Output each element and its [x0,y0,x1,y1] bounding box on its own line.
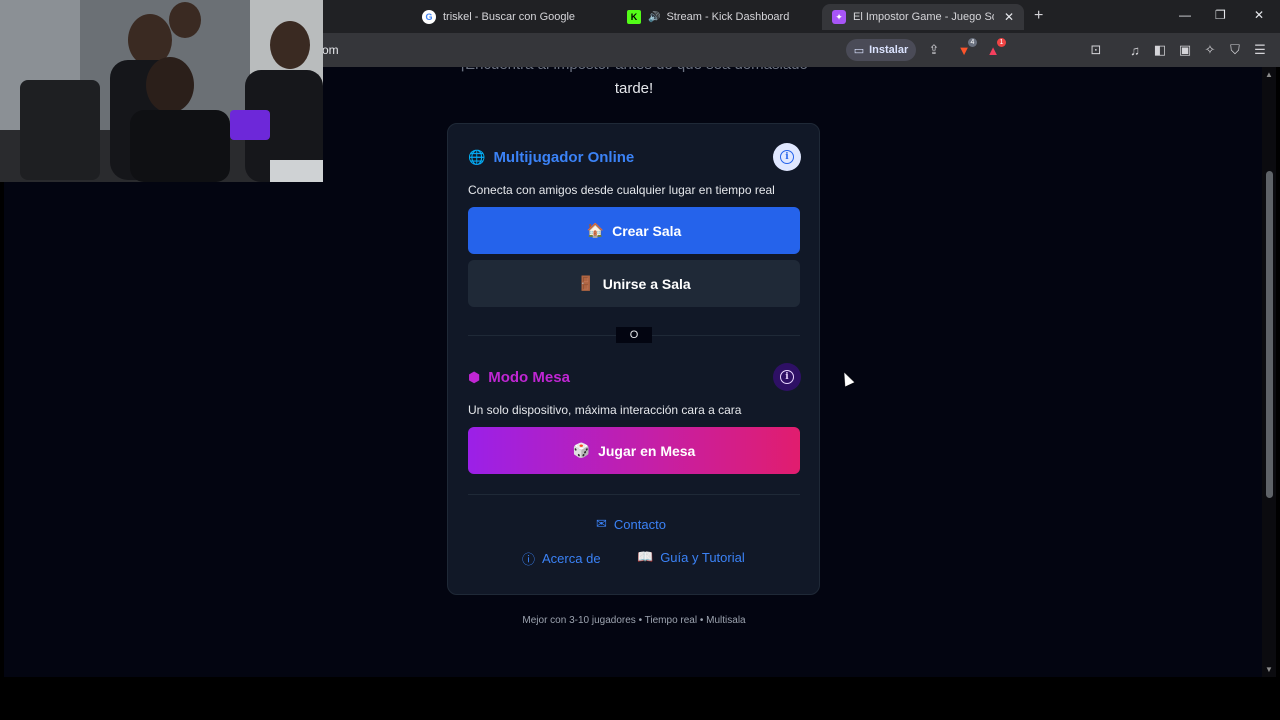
table-mode-title: Modo Mesa [488,369,570,386]
join-room-button[interactable]: 🚪 Unirse a Sala [468,260,800,307]
join-room-label: Unirse a Sala [602,275,691,292]
minimize-button[interactable]: — [1179,8,1191,22]
table-mode-description: Un solo dispositivo, máxima interacción … [468,403,742,417]
play-table-label: Jugar en Mesa [598,442,696,459]
online-description: Conecta con amigos desde cualquier lugar… [468,183,775,197]
game-mode-card: 🌐 Multijugador Online i Conecta con amig… [447,123,820,595]
footer-text: Mejor con 3-10 jugadores • Tiempo real •… [522,615,746,626]
close-window-button[interactable]: ✕ [1254,8,1264,22]
book-icon: 📖 [637,549,654,564]
webcam-feed-image [0,0,323,182]
hexagon-icon: ⬢ [468,369,481,385]
shields-badge: 4 [968,38,977,47]
bottom-bar [0,677,1280,720]
about-label: Acerca de [542,551,601,566]
globe-icon: 🌐 [468,149,486,165]
dice-icon: 🎲 [572,442,591,458]
intro-line-1: ¡Encuentra al impostor antes de que sea … [444,67,824,77]
speaker-icon: 🔊 [648,11,661,23]
address-bar[interactable]: om [322,43,339,57]
table-mode-header: ⬢ Modo Mesa [468,369,570,386]
vpn-icon[interactable]: ⛉ [1226,41,1244,59]
tab-title: El Impostor Game - Juego Social [853,11,994,23]
house-icon: 🏠 [586,222,605,238]
page-scrollbar[interactable]: ▲ ▼ [1262,67,1276,677]
intro-text: ¡Encuentra al impostor antes de que sea … [444,67,824,101]
scroll-thumb[interactable] [1266,171,1273,498]
new-tab-button[interactable]: + [1034,7,1043,25]
online-section-header: 🌐 Multijugador Online [468,149,634,166]
restore-button[interactable]: ❐ [1215,8,1226,22]
google-icon: G [422,10,436,24]
leo-ai-icon[interactable]: ✧ [1201,41,1219,59]
install-label: Instalar [869,44,909,56]
guide-link[interactable]: 📖 Guía y Tutorial [637,549,745,565]
tab-impostor-game[interactable]: ✦ El Impostor Game - Juego Social ✕ [822,4,1024,30]
about-link[interactable]: ⓘ Acerca de [522,549,601,568]
divider [468,494,800,495]
contact-link[interactable]: ✉ Contacto [596,516,666,532]
info-icon: i [780,370,794,384]
contact-label: Contacto [613,516,666,532]
info-circle-icon: ⓘ [522,552,536,567]
brave-shields-icon[interactable]: ▼ 4 [955,38,977,59]
table-mode-info-button[interactable]: i [773,363,801,391]
create-room-label: Crear Sala [612,222,682,239]
intro-line-2: tarde! [614,80,654,97]
screenshot-icon[interactable]: ⊡ [1087,41,1105,59]
kick-icon: K [627,10,641,24]
brave-rewards-icon[interactable]: ▲ 1 [984,38,1006,59]
tab-kick-dashboard[interactable]: K 🔊 Stream - Kick Dashboard [627,4,807,30]
mail-icon: ✉ [596,516,607,531]
media-icon[interactable]: ♫ [1126,41,1144,59]
create-room-button[interactable]: 🏠 Crear Sala [468,207,800,254]
online-title: Multijugador Online [493,149,635,166]
menu-icon[interactable]: ☰ [1251,41,1269,59]
impostor-icon: ✦ [832,10,846,24]
scroll-up-icon[interactable]: ▲ [1265,70,1273,79]
close-tab-icon[interactable]: ✕ [1004,10,1014,24]
sidebar-icon[interactable]: ◧ [1151,41,1169,59]
install-app-button[interactable]: ▭ Instalar [846,39,916,61]
info-icon: i [780,150,794,164]
tab-google-search[interactable]: G triskel - Buscar con Google [422,4,602,30]
webcam-overlay [0,0,323,182]
monitor-icon: ▭ [853,44,865,57]
online-info-button[interactable]: i [773,143,801,171]
wallet-icon[interactable]: ▣ [1176,41,1194,59]
tab-title: triskel - Buscar con Google [443,11,576,23]
or-separator: O [616,327,652,343]
play-table-button[interactable]: 🎲 Jugar en Mesa [468,427,800,474]
tab-title: Stream - Kick Dashboard [666,11,790,23]
door-icon: 🚪 [577,275,595,291]
scroll-down-icon[interactable]: ▼ [1265,665,1273,674]
share-icon[interactable]: ⇪ [925,41,943,59]
rewards-badge: 1 [997,38,1006,47]
guide-label: Guía y Tutorial [660,549,745,565]
